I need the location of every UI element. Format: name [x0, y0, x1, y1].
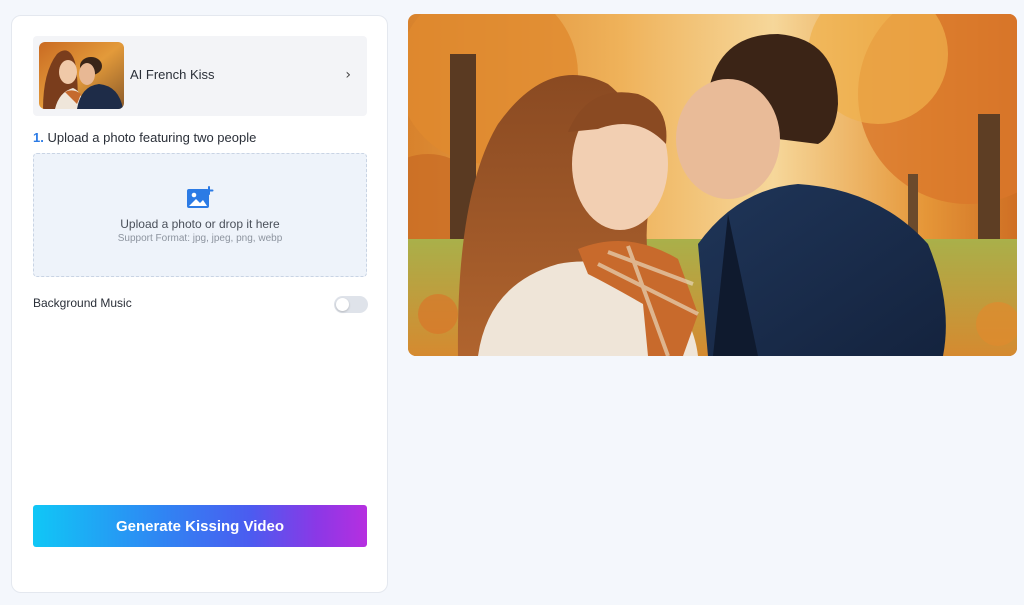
generate-video-button[interactable]: Generate Kissing Video	[33, 505, 367, 547]
chevron-right-icon: ›	[345, 67, 351, 83]
effect-name: AI French Kiss	[130, 67, 215, 82]
couple-kiss-autumn-image	[408, 14, 1017, 356]
effect-thumbnail	[39, 42, 124, 109]
settings-panel: AI French Kiss › 1. Upload a photo featu…	[11, 15, 388, 593]
upload-formats: Support Format: jpg, jpeg, png, webp	[117, 233, 283, 244]
upload-step-label: 1. Upload a photo featuring two people	[33, 130, 256, 145]
upload-title: Upload a photo or drop it here	[120, 217, 280, 231]
background-music-label: Background Music	[33, 296, 132, 310]
background-music-toggle[interactable]	[334, 296, 368, 313]
step-text: Upload a photo featuring two people	[47, 130, 257, 145]
photo-upload-dropzone[interactable]: Upload a photo or drop it here Support F…	[33, 153, 367, 277]
preview-image	[408, 14, 1017, 356]
image-add-icon	[186, 186, 214, 210]
effect-selector[interactable]: AI French Kiss ›	[33, 36, 367, 116]
step-number: 1.	[33, 130, 44, 145]
toggle-knob	[336, 298, 349, 311]
